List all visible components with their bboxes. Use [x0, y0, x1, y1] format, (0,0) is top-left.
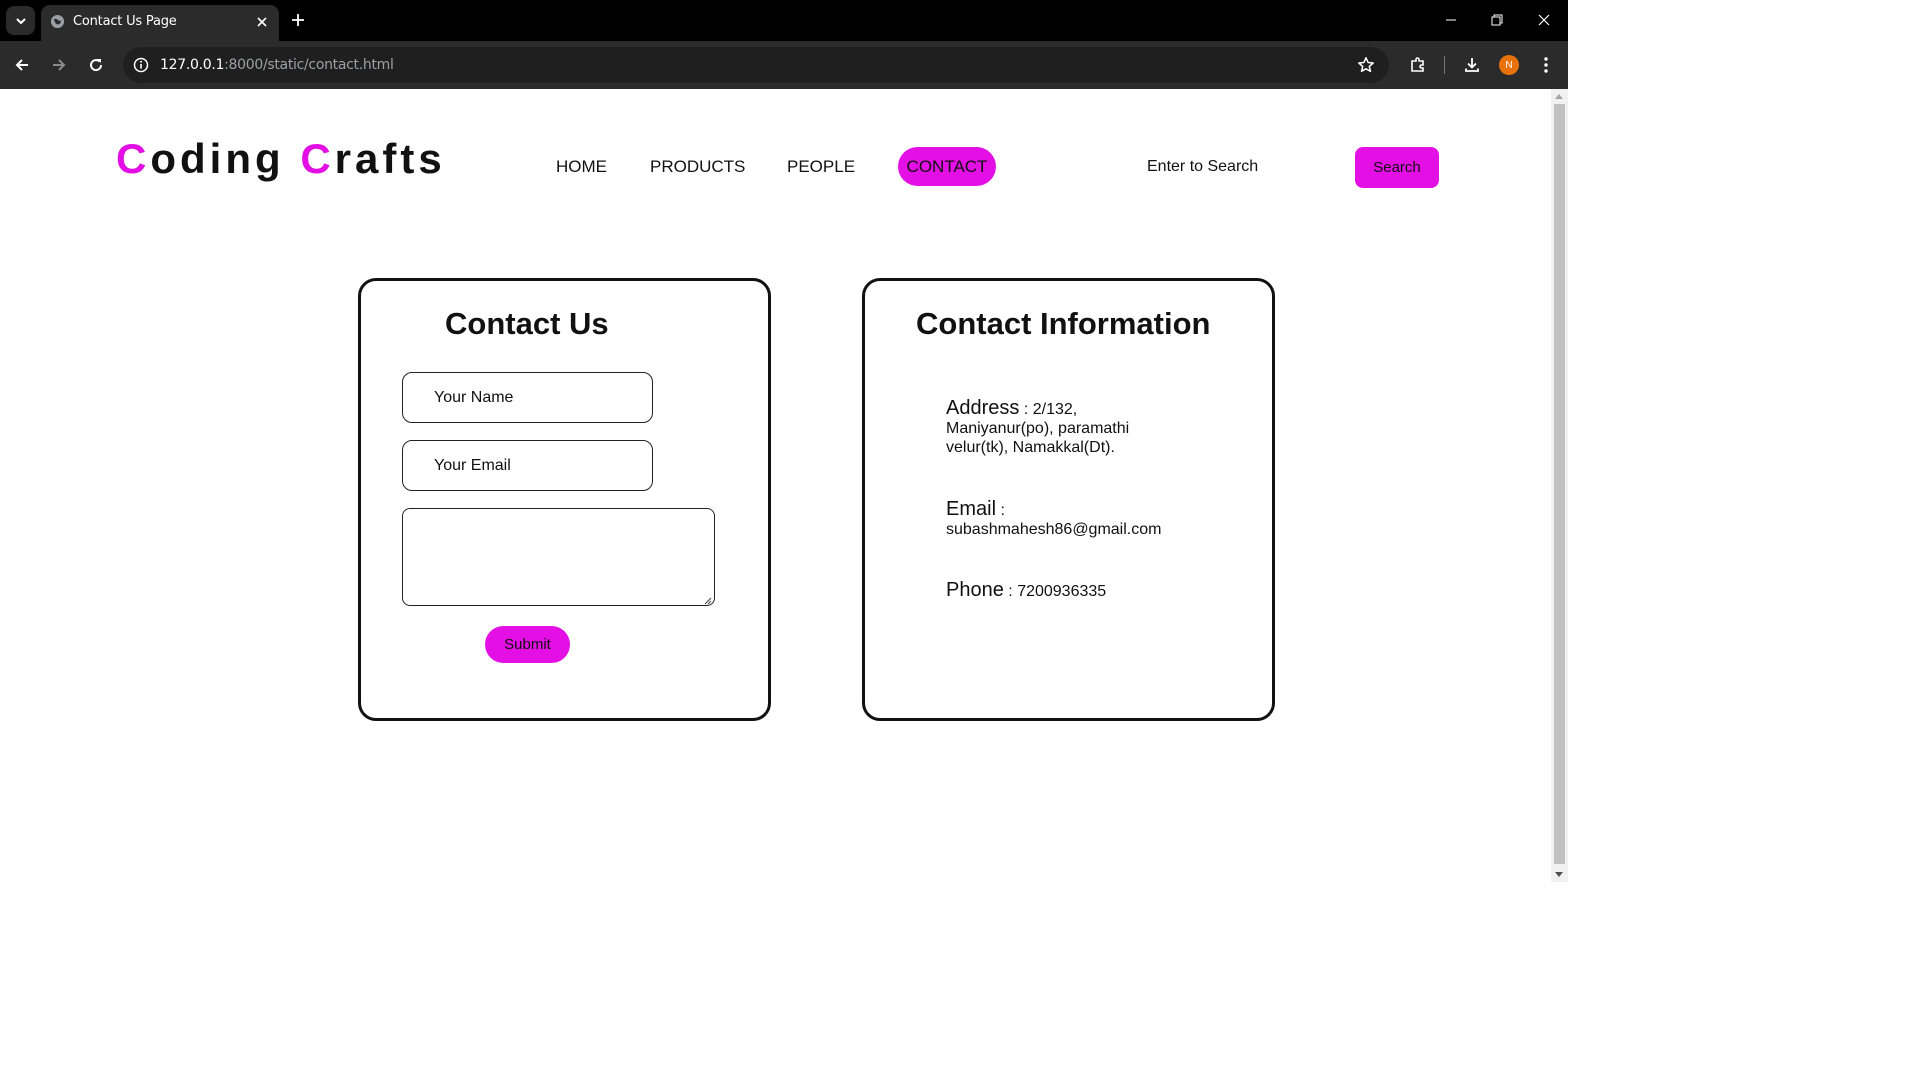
phone-value: 7200936335 [1017, 583, 1107, 600]
contact-form-title: Contact Us [445, 306, 609, 341]
scroll-down-icon[interactable] [1555, 872, 1563, 877]
nav-home[interactable]: HOME [556, 157, 607, 177]
restore-button[interactable] [1483, 8, 1511, 32]
separator: : [1019, 401, 1033, 418]
profile-avatar[interactable]: N [1499, 55, 1519, 75]
close-icon [1538, 14, 1550, 26]
nav-products[interactable]: PRODUCTS [650, 157, 745, 177]
tab-search-button[interactable] [6, 6, 35, 35]
toolbar-separator [1444, 56, 1445, 74]
logo-initial-2: C [300, 135, 335, 182]
resize-grip-icon[interactable] [703, 596, 712, 605]
email-value: subashmahesh86@gmail.com [946, 521, 1162, 538]
puzzle-icon [1411, 57, 1424, 72]
scroll-up-icon[interactable] [1555, 94, 1563, 99]
arrow-right-icon [53, 59, 66, 71]
logo-initial-1: C [116, 135, 151, 182]
new-tab-button[interactable] [286, 8, 310, 32]
contact-info-card: Contact Information Address : 2/132, Man… [862, 278, 1275, 721]
tab-title: Contact Us Page [73, 14, 177, 29]
contact-form-card: Contact Us Your Name Your Email Submit [358, 278, 771, 721]
restore-icon [1491, 14, 1503, 26]
logo-text-2: rafts [334, 135, 446, 182]
page-scrollbar[interactable] [1551, 89, 1568, 882]
close-window-button[interactable] [1530, 8, 1558, 32]
email-label: Email [946, 498, 997, 520]
address-bar[interactable]: 127.0.0.1:8000/static/contact.html [123, 47, 1389, 83]
browser-tab-strip: Contact Us Page [0, 0, 1568, 41]
logo-text-1: oding [150, 135, 301, 182]
email-block: Email : subashmahesh86@gmail.com [946, 498, 1166, 539]
nav-people[interactable]: PEOPLE [787, 157, 855, 177]
phone-block: Phone : 7200936335 [946, 579, 1166, 601]
tab-close-button[interactable] [253, 13, 271, 31]
more-vertical-icon [1544, 57, 1548, 73]
site-info-icon [133, 57, 149, 73]
scrollbar-thumb[interactable] [1554, 104, 1565, 864]
globe-icon [50, 14, 65, 29]
site-logo[interactable]: Coding Crafts [116, 135, 446, 183]
download-icon [1465, 58, 1479, 72]
submit-button[interactable]: Submit [485, 626, 570, 663]
downloads-button[interactable] [1458, 51, 1486, 79]
page-viewport: Coding Crafts HOME PRODUCTS PEOPLE CONTA… [0, 89, 1551, 882]
reload-icon [90, 59, 103, 72]
reload-button[interactable] [82, 51, 110, 79]
address-label: Address [946, 397, 1020, 419]
url-text: 127.0.0.1:8000/static/contact.html [160, 57, 394, 73]
message-textarea[interactable] [402, 508, 715, 606]
search-input[interactable] [1147, 158, 1337, 176]
minimize-icon [1446, 19, 1456, 21]
minimize-button[interactable] [1437, 8, 1465, 32]
search-button[interactable]: Search [1355, 147, 1439, 188]
forward-button[interactable] [45, 51, 73, 79]
phone-label: Phone [946, 579, 1004, 601]
separator: : [996, 502, 1010, 519]
email-field[interactable]: Your Email [402, 440, 653, 491]
browser-toolbar: 127.0.0.1:8000/static/contact.html N [0, 41, 1568, 89]
star-icon[interactable] [1357, 56, 1375, 74]
chevron-down-icon [15, 17, 26, 24]
url-path: :8000/static/contact.html [224, 57, 394, 73]
close-icon [257, 17, 267, 27]
contact-info-title: Contact Information [916, 306, 1211, 341]
separator: : [1003, 583, 1018, 600]
back-button[interactable] [8, 51, 36, 79]
name-field[interactable]: Your Name [402, 372, 653, 423]
browser-menu-button[interactable] [1532, 51, 1560, 79]
plus-icon [292, 14, 304, 26]
url-host: 127.0.0.1 [160, 57, 225, 73]
browser-tab-active[interactable]: Contact Us Page [41, 5, 279, 41]
arrow-left-icon [15, 59, 28, 71]
extensions-button[interactable] [1404, 51, 1432, 79]
nav-contact[interactable]: CONTACT [898, 147, 996, 186]
address-block: Address : 2/132, Maniyanur(po), paramath… [946, 397, 1166, 457]
